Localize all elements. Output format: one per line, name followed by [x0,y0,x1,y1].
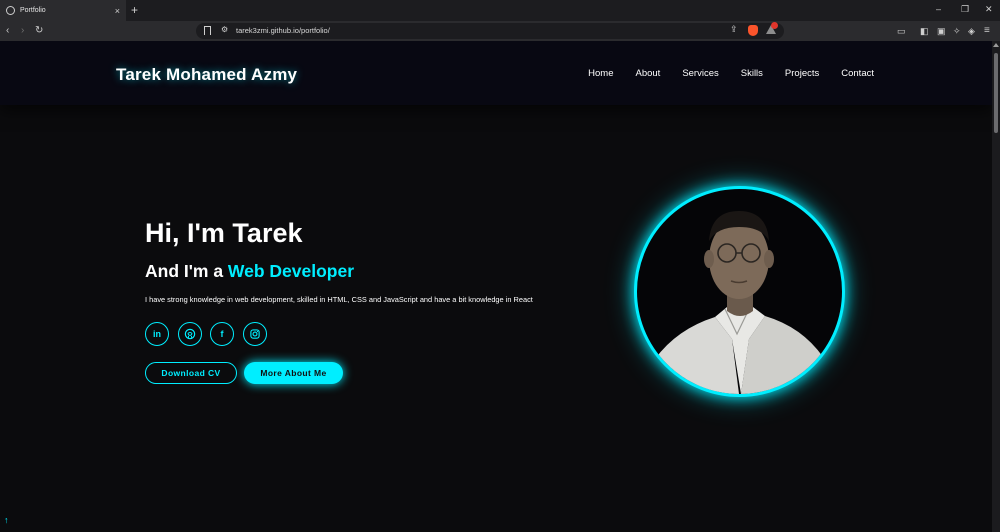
browser-tab-strip: Portfolio × + – ❐ ✕ [0,0,1000,21]
vpn-icon[interactable]: ◈ [968,25,975,37]
browser-tab[interactable]: Portfolio × [0,0,126,21]
nav-projects[interactable]: Projects [785,68,819,79]
split-view-icon[interactable]: ◧ [920,25,929,37]
brave-rewards-icon[interactable] [766,22,778,35]
forward-icon[interactable]: › [21,25,24,37]
role-highlight: Web Developer [227,261,355,281]
portfolio-page: Tarek Mohamed Azmy Home About Services S… [0,41,992,532]
scrollbar-thumb[interactable] [994,53,998,133]
hero-greeting: Hi, I'm Tarek [145,218,303,248]
hero-role-line: And I'm a Web Developer [145,261,354,282]
wallet-icon[interactable]: ▣ [937,25,946,37]
social-links: in f [145,322,275,346]
leo-ai-icon[interactable]: ✧ [953,25,961,37]
globe-icon [6,6,15,15]
site-settings-icon[interactable]: ⚙ [221,25,228,34]
bookmark-icon[interactable] [204,26,211,35]
url-text[interactable]: tarek3zmi.github.io/portfolio/ [236,26,330,35]
instagram-icon[interactable] [242,322,267,346]
instagram-glyph [249,329,260,339]
tab-title: Portfolio [20,7,46,14]
restore-button[interactable]: ❐ [961,4,969,15]
nav-contact[interactable]: Contact [841,68,874,79]
profile-photo [634,186,845,397]
site-logo[interactable]: Tarek Mohamed Azmy [116,65,297,85]
menu-icon[interactable]: ≡ [984,25,990,37]
new-tab-button[interactable]: + [131,4,138,16]
facebook-icon[interactable]: f [210,322,234,346]
nav-home[interactable]: Home [588,68,613,79]
sidebar-icon[interactable]: ▭ [897,25,906,37]
download-cv-button[interactable]: Download CV [145,362,237,384]
hero-description: I have strong knowledge in web developme… [145,295,533,304]
github-icon[interactable] [177,322,202,346]
page-scrollbar[interactable] [992,41,1000,532]
role-prefix: And I'm a [145,261,228,281]
site-header: Tarek Mohamed Azmy Home About Services S… [0,41,992,105]
brave-shields-icon[interactable] [748,25,758,36]
address-bar[interactable]: ⚙ tarek3zmi.github.io/portfolio/ ⇪ [196,22,784,39]
scroll-to-top-icon[interactable]: ↑ [4,515,9,525]
main-nav: Home About Services Skills Projects Cont… [566,68,874,79]
person-silhouette [647,211,832,394]
reload-icon[interactable]: ↻ [35,25,43,37]
back-icon[interactable]: ‹ [6,25,9,37]
scroll-up-arrow-icon[interactable] [993,43,999,47]
nav-services[interactable]: Services [682,68,718,79]
minimize-button[interactable]: – [936,4,941,14]
tab-close-icon[interactable]: × [115,6,120,16]
share-icon[interactable]: ⇪ [730,24,738,35]
browser-toolbar: ‹ › ↻ ⚙ tarek3zmi.github.io/portfolio/ ⇪… [0,21,1000,41]
github-glyph [184,328,195,340]
more-about-me-button[interactable]: More About Me [244,362,343,384]
close-window-button[interactable]: ✕ [985,4,993,15]
nav-about[interactable]: About [635,68,660,79]
nav-skills[interactable]: Skills [741,68,763,79]
linkedin-icon[interactable]: in [145,322,169,346]
